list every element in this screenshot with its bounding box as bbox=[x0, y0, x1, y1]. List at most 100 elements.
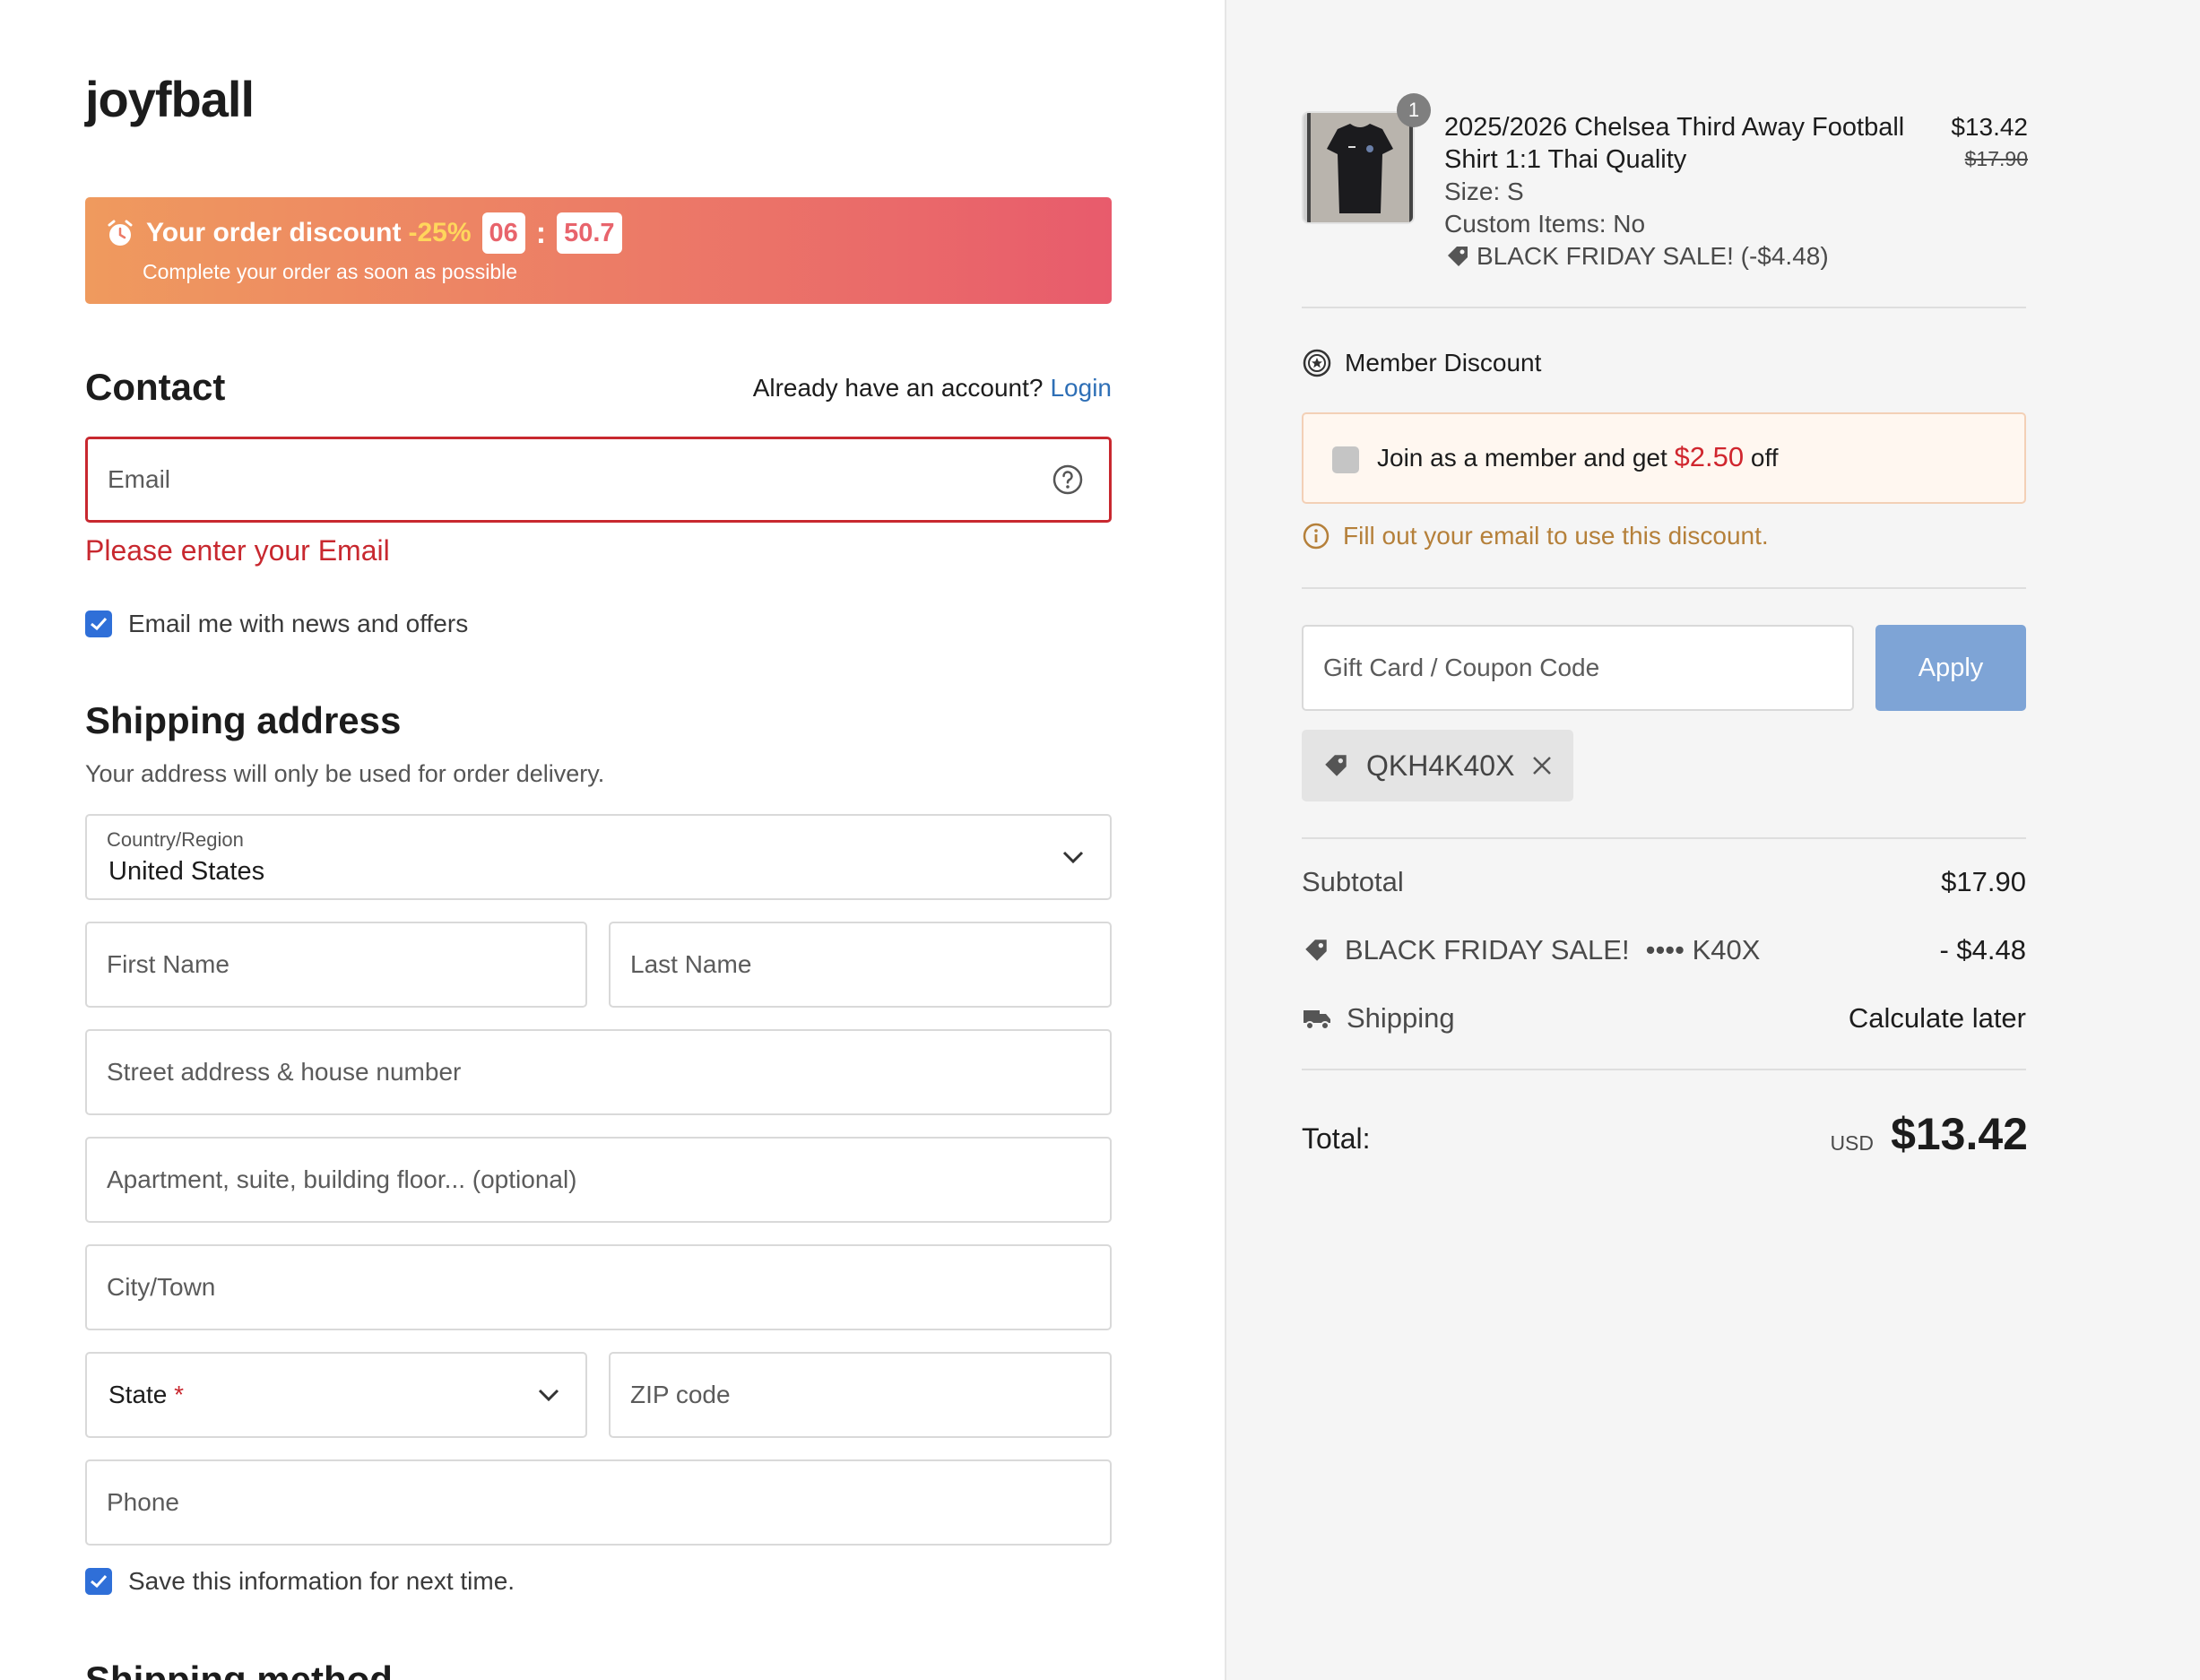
country-label: Country/Region bbox=[107, 828, 244, 851]
street-placeholder: Street address & house number bbox=[107, 1058, 462, 1086]
member-join-text: Join as a member and get $2.50 off bbox=[1377, 441, 1779, 473]
subtotal-value: $17.90 bbox=[1941, 866, 2026, 897]
news-label: Email me with news and offers bbox=[128, 610, 469, 637]
email-error-message: Please enter your Email bbox=[85, 534, 390, 567]
apartment-placeholder: Apartment, suite, building floor... (opt… bbox=[107, 1165, 577, 1193]
member-join-amount: $2.50 bbox=[1674, 441, 1745, 472]
banner-percent: -25% bbox=[408, 218, 472, 247]
first-name-placeholder: First Name bbox=[107, 950, 230, 978]
member-hint: Fill out your email to use this discount… bbox=[1302, 522, 1769, 550]
quantity-badge: 1 bbox=[1397, 93, 1431, 127]
total-value: $13.42 bbox=[1891, 1109, 2028, 1159]
product-custom-items: Custom Items: No bbox=[1444, 210, 1646, 238]
street-field[interactable]: Street address & house number bbox=[85, 1029, 1112, 1115]
apply-button[interactable]: Apply bbox=[1875, 625, 2026, 711]
product-old-price: $17.90 bbox=[1964, 147, 2028, 170]
total-label: Total: bbox=[1302, 1122, 1371, 1155]
member-join-prefix: Join as a member and get bbox=[1377, 444, 1667, 472]
last-name-field[interactable]: Last Name bbox=[609, 922, 1112, 1008]
required-marker: * bbox=[174, 1381, 185, 1408]
discount-value: - $4.48 bbox=[1939, 934, 2026, 966]
discount-label: BLACK FRIDAY SALE! •••• K40X bbox=[1302, 934, 1760, 966]
coupon-input[interactable]: Gift Card / Coupon Code bbox=[1302, 625, 1854, 711]
apartment-field[interactable]: Apartment, suite, building floor... (opt… bbox=[85, 1137, 1112, 1223]
shipping-label-text: Shipping bbox=[1347, 1002, 1455, 1034]
discount-name: BLACK FRIDAY SALE! bbox=[1345, 934, 1630, 966]
order-summary-panel: 1 2025/2026 Chelsea Third Away Football … bbox=[1225, 0, 2200, 1680]
total-currency: USD bbox=[1830, 1131, 1874, 1155]
countdown-colon: : bbox=[535, 215, 547, 250]
store-logo[interactable]: joyfball bbox=[85, 70, 255, 128]
jersey-image bbox=[1304, 113, 1413, 222]
tag-icon bbox=[1325, 755, 1347, 776]
shipping-method-heading: Shipping method bbox=[85, 1658, 393, 1680]
coupon-placeholder: Gift Card / Coupon Code bbox=[1323, 654, 1600, 681]
member-hint-text: Fill out your email to use this discount… bbox=[1343, 522, 1769, 550]
discount-row: BLACK FRIDAY SALE! •••• K40X - $4.48 bbox=[1302, 934, 2026, 966]
banner-title: Your order discount bbox=[146, 218, 402, 247]
product-name: 2025/2026 Chelsea Third Away Football Sh… bbox=[1444, 113, 1905, 174]
divider bbox=[1302, 587, 2026, 589]
state-label: State * bbox=[108, 1381, 184, 1409]
first-name-field[interactable]: First Name bbox=[85, 922, 587, 1008]
email-field[interactable]: Email bbox=[85, 437, 1112, 523]
product-price: $13.42 bbox=[1951, 113, 2028, 141]
discount-countdown-banner: Your order discount -25% 06 : 50.7 Compl… bbox=[85, 197, 1112, 304]
state-label-text: State bbox=[108, 1381, 168, 1408]
last-name-placeholder: Last Name bbox=[630, 950, 752, 978]
countdown-minutes: 06 bbox=[481, 212, 525, 254]
save-info-checkbox[interactable] bbox=[85, 1568, 112, 1595]
zip-field[interactable]: ZIP code bbox=[609, 1352, 1112, 1438]
contact-heading: Contact bbox=[85, 366, 226, 408]
login-link[interactable]: Login bbox=[1050, 374, 1112, 402]
city-placeholder: City/Town bbox=[107, 1273, 216, 1301]
discount-code: •••• K40X bbox=[1645, 934, 1761, 966]
checkmark-icon bbox=[91, 617, 108, 631]
member-join-box[interactable]: Join as a member and get $2.50 off bbox=[1302, 412, 2026, 504]
applied-coupon-code: QKH4K40X bbox=[1366, 749, 1515, 782]
shipping-address-heading: Shipping address bbox=[85, 699, 402, 741]
truck-icon bbox=[1304, 1010, 1330, 1030]
alarm-clock-icon bbox=[108, 220, 133, 246]
city-field[interactable]: City/Town bbox=[85, 1244, 1112, 1330]
address-note: Your address will only be used for order… bbox=[85, 760, 605, 787]
member-discount-header: Member Discount bbox=[1302, 348, 1541, 378]
countdown-seconds: 50.7 bbox=[557, 212, 622, 254]
save-info-label: Save this information for next time. bbox=[128, 1567, 515, 1595]
shipping-value: Calculate later bbox=[1848, 1002, 2026, 1034]
shipping-row: Shipping Calculate later bbox=[1302, 1002, 2026, 1035]
zip-placeholder: ZIP code bbox=[630, 1381, 731, 1408]
member-join-suffix: off bbox=[1750, 444, 1779, 472]
shipping-label: Shipping bbox=[1302, 1002, 1455, 1035]
banner-subtitle: Complete your order as soon as possible bbox=[143, 260, 518, 283]
help-icon[interactable] bbox=[1052, 463, 1084, 496]
state-select[interactable]: State * bbox=[85, 1352, 587, 1438]
subtotal-label: Subtotal bbox=[1302, 866, 1404, 897]
checkmark-icon bbox=[91, 1574, 108, 1589]
country-value: United States bbox=[108, 857, 265, 886]
product-size: Size: S bbox=[1444, 178, 1524, 205]
phone-field[interactable]: Phone bbox=[85, 1459, 1112, 1546]
chevron-down-icon bbox=[1062, 851, 1084, 864]
account-prompt: Already have an account? Login bbox=[753, 374, 1112, 403]
info-icon bbox=[1303, 523, 1330, 550]
close-icon[interactable] bbox=[1530, 754, 1554, 777]
member-discount-title: Member Discount bbox=[1345, 349, 1542, 377]
news-opt-in[interactable]: Email me with news and offers bbox=[85, 610, 468, 638]
save-info-opt-in[interactable]: Save this information for next time. bbox=[85, 1567, 515, 1596]
divider bbox=[1302, 1069, 2026, 1070]
banner-row: Your order discount -25% 06 : 50.7 bbox=[105, 210, 622, 256]
member-join-checkbox[interactable] bbox=[1332, 446, 1359, 473]
product-sale: BLACK FRIDAY SALE! (-$4.48) bbox=[1444, 242, 1829, 271]
country-select[interactable]: Country/Region United States bbox=[85, 814, 1112, 900]
divider bbox=[1302, 837, 2026, 839]
product-thumbnail bbox=[1302, 111, 1415, 224]
news-checkbox[interactable] bbox=[85, 611, 112, 637]
divider bbox=[1302, 307, 2026, 308]
member-badge-icon bbox=[1303, 349, 1331, 377]
product-sale-text: BLACK FRIDAY SALE! (-$4.48) bbox=[1477, 242, 1829, 270]
tag-icon bbox=[1305, 940, 1327, 961]
tag-icon bbox=[1448, 247, 1468, 266]
phone-placeholder: Phone bbox=[107, 1488, 179, 1516]
email-placeholder: Email bbox=[108, 465, 171, 493]
